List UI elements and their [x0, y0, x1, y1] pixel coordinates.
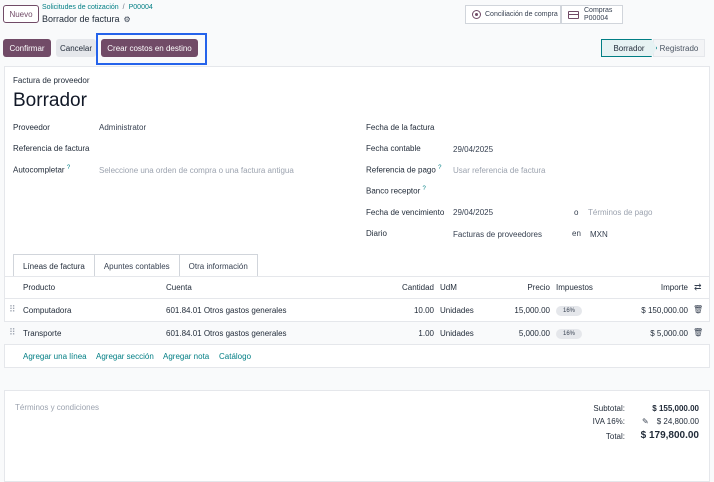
- breadcrumb-parent-link[interactable]: Solicitudes de cotización: [42, 4, 119, 11]
- breadcrumb: Solicitudes de cotización / P00004: [42, 4, 153, 11]
- add-section-link[interactable]: Agregar sección: [96, 352, 154, 361]
- trash-icon[interactable]: 🗑: [693, 328, 703, 337]
- journal-field[interactable]: Facturas de proveedores: [453, 230, 542, 239]
- payment-terms-field[interactable]: Términos de pago: [588, 208, 652, 217]
- due-date-label: Fecha de vencimiento: [366, 208, 445, 217]
- header-uom[interactable]: UdM: [440, 283, 457, 292]
- due-date-field[interactable]: 29/04/2025: [453, 208, 493, 217]
- header-quantity[interactable]: Cantidad: [380, 283, 434, 292]
- tab-journal-items[interactable]: Apuntes contables: [94, 254, 180, 277]
- table-footer: [4, 368, 710, 390]
- record-title: Borrador de factura ⚙: [42, 14, 131, 24]
- footer-divider: [4, 390, 710, 391]
- journal-in-text: en: [572, 229, 581, 238]
- row-amount: $ 150,000.00: [641, 306, 688, 315]
- header-product[interactable]: Producto: [23, 283, 55, 292]
- status-bar: Borrador Registrado: [601, 39, 705, 57]
- invoice-date-field[interactable]: [453, 121, 693, 133]
- header-price[interactable]: Precio: [500, 283, 550, 292]
- gear-icon[interactable]: ⚙: [124, 15, 131, 24]
- row-product[interactable]: Computadora: [23, 306, 71, 315]
- row-divider: [4, 344, 710, 345]
- currency-field[interactable]: MXN: [590, 230, 608, 239]
- catalog-link[interactable]: Catálogo: [219, 352, 251, 361]
- focus-highlight-box: [96, 33, 207, 65]
- tab-other-info[interactable]: Otra información: [179, 254, 258, 277]
- purchase-label: Compras: [584, 6, 613, 14]
- pencil-icon[interactable]: ✎: [642, 417, 649, 426]
- new-button[interactable]: Nuevo: [3, 5, 39, 23]
- total-value: $ 179,800.00: [640, 430, 699, 441]
- tax-badge[interactable]: 16%: [556, 306, 582, 316]
- row-uom[interactable]: Unidades: [440, 306, 474, 315]
- subtotal-value: $ 155,000.00: [652, 404, 699, 413]
- row-price[interactable]: 15,000.00: [500, 306, 550, 315]
- add-note-link[interactable]: Agregar nota: [163, 352, 209, 361]
- cancel-button[interactable]: Cancelar: [56, 39, 96, 57]
- bill-reference-label: Referencia de factura: [13, 144, 90, 153]
- accounting-date-label: Fecha contable: [366, 144, 421, 153]
- autocomplete-label: Autocompletar ?: [13, 165, 71, 175]
- tax-total-label: IVA 16%:: [592, 417, 625, 426]
- subtotal-label: Subtotal:: [593, 404, 625, 413]
- due-or-text: o: [574, 208, 579, 217]
- total-label: Total:: [605, 432, 625, 441]
- status-posted[interactable]: Registrado: [653, 39, 705, 57]
- reconcile-label: Conciliación de compra: [485, 11, 558, 18]
- breadcrumb-separator: /: [122, 4, 125, 11]
- invoice-date-label: Fecha de la factura: [366, 123, 435, 132]
- credit-card-icon: [568, 10, 579, 19]
- header-amount[interactable]: Importe: [630, 283, 688, 292]
- row-account[interactable]: 601.84.01 Otros gastos generales: [166, 329, 287, 338]
- tab-divider: [4, 276, 710, 277]
- autocomplete-field[interactable]: Seleccione una orden de compra o una fac…: [99, 166, 294, 175]
- accounting-date-field[interactable]: 29/04/2025: [453, 145, 493, 154]
- row-quantity[interactable]: 10.00: [380, 306, 434, 315]
- row-quantity[interactable]: 1.00: [380, 329, 434, 338]
- vendor-field[interactable]: Administrator: [99, 123, 146, 132]
- confirm-button[interactable]: Confirmar: [3, 39, 51, 57]
- terms-conditions-field[interactable]: Términos y condiciones: [15, 403, 99, 412]
- status-draft[interactable]: Borrador: [601, 39, 657, 57]
- add-line-link[interactable]: Agregar una línea: [23, 352, 87, 361]
- journal-label: Diario: [366, 229, 387, 238]
- table-row[interactable]: [4, 322, 710, 344]
- drag-handle-icon[interactable]: ⠿: [9, 304, 16, 315]
- purchase-ref: P00004: [584, 14, 609, 22]
- drag-handle-icon[interactable]: ⠿: [9, 327, 16, 338]
- help-icon[interactable]: ?: [423, 186, 426, 192]
- header-account[interactable]: Cuenta: [166, 283, 192, 292]
- notebook-tabs: Líneas de factura Apuntes contables Otra…: [13, 254, 258, 277]
- payment-reference-label: Referencia de pago ?: [366, 165, 442, 175]
- header-taxes[interactable]: Impuestos: [556, 283, 593, 292]
- payment-reference-field[interactable]: Usar referencia de factura: [453, 166, 546, 175]
- recipient-bank-field[interactable]: [453, 184, 693, 196]
- record-title-text: Borrador de factura: [42, 14, 120, 24]
- reconcile-icon: [472, 10, 481, 19]
- row-price[interactable]: 5,000.00: [500, 329, 550, 338]
- bill-reference-field[interactable]: [99, 142, 299, 154]
- tax-total-value: $ 24,800.00: [656, 417, 699, 426]
- column-settings-icon[interactable]: ⇄: [694, 282, 702, 293]
- trash-icon[interactable]: 🗑: [693, 305, 703, 314]
- tab-invoice-lines[interactable]: Líneas de factura: [13, 254, 95, 277]
- purchase-matching-button[interactable]: Conciliación de compra: [465, 5, 561, 24]
- tax-badge[interactable]: 16%: [556, 329, 582, 339]
- purchase-orders-button[interactable]: Compras P00004: [561, 5, 623, 24]
- document-type: Factura de proveedor: [13, 76, 90, 85]
- row-account[interactable]: 601.84.01 Otros gastos generales: [166, 306, 287, 315]
- row-product[interactable]: Transporte: [23, 329, 61, 338]
- help-icon[interactable]: ?: [438, 165, 441, 171]
- document-name: Borrador: [13, 90, 87, 111]
- vendor-label: Proveedor: [13, 123, 50, 132]
- help-icon[interactable]: ?: [67, 165, 70, 171]
- row-amount: $ 5,000.00: [650, 329, 688, 338]
- row-uom[interactable]: Unidades: [440, 329, 474, 338]
- recipient-bank-label: Banco receptor ?: [366, 186, 426, 196]
- table-row[interactable]: [4, 299, 710, 321]
- breadcrumb-order-link[interactable]: P00004: [129, 4, 153, 11]
